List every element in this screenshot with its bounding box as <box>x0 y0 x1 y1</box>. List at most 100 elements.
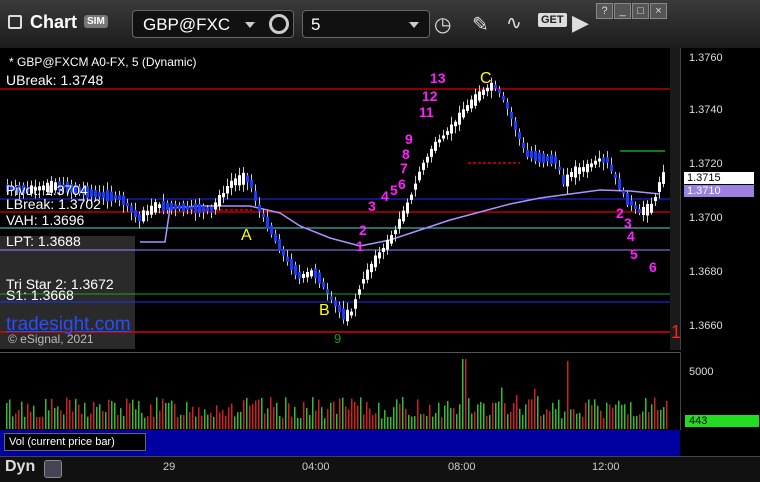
volume-bar <box>429 404 431 429</box>
candle <box>394 229 397 235</box>
lbreak-label: LBreak: 1.3702 <box>6 196 101 212</box>
get-icon[interactable]: GET <box>538 13 567 27</box>
candle <box>622 190 625 194</box>
volume-bar <box>426 415 428 429</box>
candle <box>298 271 301 279</box>
volume-bar <box>132 399 134 429</box>
volume-bar <box>213 417 215 429</box>
volume-bar <box>123 415 125 429</box>
volume-bar <box>483 403 485 429</box>
volume-bar <box>528 399 530 429</box>
candle <box>138 214 141 222</box>
volume-bar <box>477 404 479 429</box>
candle <box>122 195 125 206</box>
pencil-icon[interactable]: ✎ <box>472 12 489 37</box>
candle <box>662 172 665 184</box>
price-axis[interactable]: 1.3760 1.3740 1.3720 1.3700 1.3680 1.366… <box>680 48 760 350</box>
close-button[interactable]: × <box>650 3 667 19</box>
candle <box>338 304 341 313</box>
candle <box>174 204 177 210</box>
candle <box>466 105 469 111</box>
volume-bar <box>102 411 104 429</box>
candle <box>478 91 481 101</box>
volume-bar <box>66 397 68 429</box>
volume-bar <box>417 399 419 429</box>
setup-count: 4 <box>381 188 389 204</box>
candle <box>610 164 613 172</box>
volume-bar <box>27 403 29 429</box>
volume-bar <box>585 402 587 429</box>
candle <box>590 163 593 168</box>
candle <box>350 311 353 316</box>
gear-icon[interactable] <box>269 14 289 34</box>
volume-bar <box>531 399 533 429</box>
play-icon[interactable]: ▶ <box>572 10 589 36</box>
volume-bar <box>663 407 665 429</box>
point-a-label: A <box>241 227 252 244</box>
chevron-down-icon[interactable] <box>409 22 419 28</box>
volume-bar <box>237 412 239 429</box>
volume-bar <box>525 404 527 429</box>
volume-bar <box>327 409 329 429</box>
candle <box>150 205 153 215</box>
candle <box>130 205 133 213</box>
setup-count: 8 <box>402 146 410 162</box>
volume-bar <box>492 402 494 429</box>
volume-bar <box>282 417 284 429</box>
chevron-down-icon[interactable] <box>245 22 255 28</box>
time-axis[interactable]: Dyn 29 04:00 08:00 12:00 <box>0 456 760 482</box>
volume-bar <box>24 416 26 429</box>
volume-bar <box>519 408 521 429</box>
volume-bar <box>309 414 311 429</box>
volume-bar <box>363 414 365 429</box>
maximize-button[interactable]: □ <box>632 3 649 19</box>
interval-select[interactable]: 5 <box>302 10 430 38</box>
setup-count: 5 <box>630 246 638 262</box>
candle <box>362 279 365 284</box>
volume-bar <box>597 405 599 429</box>
price-chart[interactable]: * GBP@FXCM A0-FX, 5 (Dynamic) UBreak: 1.… <box>0 48 681 350</box>
volume-bar <box>372 415 374 429</box>
candle <box>642 206 645 216</box>
setup-count: 5 <box>390 182 398 198</box>
candle <box>526 149 529 157</box>
candle <box>170 202 173 211</box>
volume-bar <box>84 402 86 429</box>
study-icon[interactable]: ∿ <box>506 12 522 35</box>
setup-count: 2 <box>359 222 367 238</box>
minimize-button[interactable]: _ <box>614 3 631 19</box>
volume-bar <box>594 399 596 429</box>
volume-bar <box>564 411 566 429</box>
setup-count: 1 <box>356 238 364 254</box>
volume-bar <box>150 404 152 429</box>
volume-bar <box>138 401 140 429</box>
volume-bar <box>87 416 89 429</box>
ma-price-tag: 1.3710 <box>684 185 754 197</box>
volume-bar <box>99 404 101 429</box>
volume-bar <box>441 417 443 429</box>
volume-bar <box>192 406 194 429</box>
lpt-label: LPT: 1.3688 <box>6 233 81 249</box>
volume-bar <box>114 402 116 429</box>
volume-bar <box>165 403 167 429</box>
volume-bar <box>522 414 524 429</box>
help-button[interactable]: ? <box>596 3 613 19</box>
volume-bar <box>561 418 563 429</box>
candle <box>422 162 425 170</box>
symbol-input[interactable]: GBP@FXC <box>132 10 294 38</box>
volume-chart[interactable] <box>0 352 680 431</box>
s1-label: S1: 1.3668 <box>6 287 74 303</box>
volume-bar <box>129 403 131 429</box>
volume-tick: 5000 <box>689 366 714 378</box>
dyn-settings-icon[interactable] <box>44 460 62 478</box>
candle <box>566 174 569 187</box>
volume-bar <box>609 404 611 429</box>
volume-bar <box>15 413 17 429</box>
volume-bar <box>264 413 266 429</box>
volume-bar <box>315 410 317 429</box>
candle <box>510 111 513 120</box>
candle <box>382 247 385 253</box>
volume-bar <box>405 408 407 429</box>
clock-icon[interactable]: ◷ <box>434 12 451 37</box>
volume-bar <box>207 414 209 429</box>
